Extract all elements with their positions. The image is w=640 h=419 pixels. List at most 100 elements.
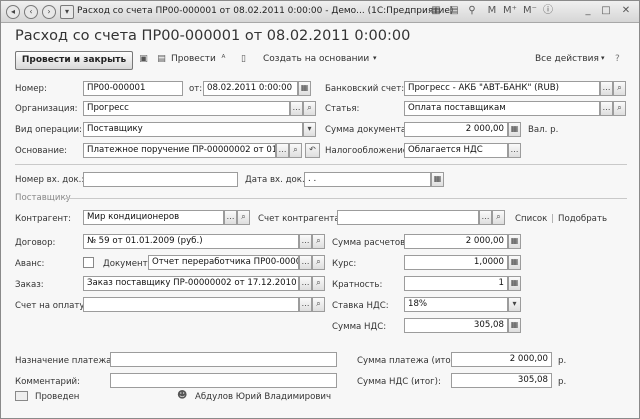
app-menu-icon[interactable]: ◂ <box>6 5 20 19</box>
article-label: Статья: <box>325 104 360 114</box>
calculator-icon[interactable]: ▦ <box>508 255 521 270</box>
posted-icon <box>15 391 28 401</box>
organization-field[interactable]: Прогресс <box>83 101 290 116</box>
document-label: Документ: <box>103 259 151 269</box>
m-icon[interactable]: M <box>485 5 499 18</box>
taxation-field[interactable]: Облагается НДС <box>404 143 508 158</box>
calendar-icon[interactable]: ▤ <box>447 5 461 18</box>
select-icon[interactable]: … <box>299 276 312 291</box>
comment-field[interactable] <box>110 373 337 388</box>
contract-field[interactable]: № 59 от 01.01.2009 (руб.) <box>83 234 299 249</box>
select-icon[interactable]: … <box>224 210 237 225</box>
m-plus-icon[interactable]: M⁺ <box>503 5 517 18</box>
open-icon[interactable]: ⌕ <box>237 210 250 225</box>
open-icon[interactable]: ⌕ <box>312 276 325 291</box>
open-icon[interactable]: ⌕ <box>312 234 325 249</box>
post-icon[interactable]: ▤ <box>155 53 168 66</box>
list-link[interactable]: Список <box>515 214 547 224</box>
open-icon[interactable]: ⌕ <box>613 101 626 116</box>
select-icon[interactable]: … <box>600 101 613 116</box>
doc-sum-field[interactable]: 2 000,00 <box>404 122 508 137</box>
multiplicity-label: Кратность: <box>332 280 383 290</box>
vat-sum-label: Сумма НДС: <box>332 322 387 332</box>
open-icon[interactable]: ⌕ <box>613 81 626 96</box>
chevron-down-icon: ▾ <box>601 54 605 62</box>
calculator-icon[interactable]: ▦ <box>508 318 521 333</box>
order-field[interactable]: Заказ поставщику ПР-00000002 от 17.12.20… <box>83 276 299 291</box>
select-icon[interactable]: … <box>479 210 492 225</box>
contractor-field[interactable]: Мир кондиционеров <box>83 210 224 225</box>
select-icon[interactable]: … <box>508 143 521 158</box>
date-label: от: <box>189 84 203 94</box>
dt-kt-icon[interactable]: ᴬ <box>217 53 230 66</box>
divider <box>63 198 627 199</box>
chevron-down-icon[interactable]: ▾ <box>508 297 521 312</box>
post-and-close-button[interactable]: Провести и закрыть <box>15 51 133 70</box>
number-label: Номер: <box>15 84 47 94</box>
vat-total-label: Сумма НДС (итог): <box>357 377 441 387</box>
doc-sum-label: Сумма документа: <box>325 125 410 135</box>
pick-link[interactable]: Подобрать <box>558 214 607 224</box>
date-field[interactable]: 08.02.2011 0:00:00 <box>203 81 298 96</box>
open-icon[interactable]: ⌕ <box>312 255 325 270</box>
calendar-icon[interactable]: ▦ <box>431 172 444 187</box>
select-icon[interactable]: … <box>600 81 613 96</box>
create-based-button[interactable]: Создать на основании <box>263 54 369 64</box>
calculator-icon[interactable]: ▦ <box>508 276 521 291</box>
open-icon[interactable]: ⌕ <box>303 101 316 116</box>
open-icon[interactable]: ⌕ <box>289 143 302 158</box>
multiplicity-field[interactable]: 1 <box>404 276 508 291</box>
help-icon[interactable]: ? <box>615 54 620 64</box>
open-icon[interactable]: ⌕ <box>312 297 325 312</box>
minimize-icon[interactable]: _ <box>581 5 595 18</box>
invoice-field[interactable] <box>83 297 299 312</box>
calculator-icon[interactable]: ▦ <box>508 234 521 249</box>
payment-total-field: 2 000,00 <box>451 352 552 367</box>
close-icon[interactable]: ✕ <box>619 5 633 18</box>
select-icon[interactable]: … <box>290 101 303 116</box>
calendar-icon[interactable]: ▦ <box>298 81 311 96</box>
chevron-down-icon: ▾ <box>373 54 377 62</box>
number-field[interactable]: ПР00-000001 <box>83 81 183 96</box>
forward-icon[interactable]: › <box>42 5 56 19</box>
currency-label: Вал. р. <box>528 125 559 135</box>
operation-type-field[interactable]: Поставщику <box>83 122 303 137</box>
calc-icon[interactable]: ▦ <box>429 5 443 18</box>
calculator-icon[interactable]: ▦ <box>508 122 521 137</box>
organization-label: Организация: <box>15 104 78 114</box>
link-icon[interactable]: ⚲ <box>465 5 479 18</box>
print-icon[interactable]: ▯ <box>237 53 250 66</box>
select-icon[interactable]: … <box>299 234 312 249</box>
advance-checkbox[interactable] <box>83 257 94 268</box>
document-field[interactable]: Отчет переработчика ПР00-00000... <box>148 255 299 270</box>
settlement-sum-field[interactable]: 2 000,00 <box>404 234 508 249</box>
payment-total-currency: р. <box>558 356 567 366</box>
rate-field[interactable]: 1,0000 <box>404 255 508 270</box>
select-icon[interactable]: … <box>276 143 289 158</box>
m-minus-icon[interactable]: M⁻ <box>523 5 537 18</box>
info-icon[interactable]: ⓘ <box>541 5 555 18</box>
select-icon[interactable]: … <box>299 255 312 270</box>
all-actions-button[interactable]: Все действия <box>535 54 599 64</box>
back-icon[interactable]: ‹ <box>24 5 38 19</box>
payment-purpose-field[interactable] <box>110 352 337 367</box>
post-button[interactable]: Провести <box>171 54 216 64</box>
maximize-icon[interactable]: □ <box>599 5 613 18</box>
bank-account-field[interactable]: Прогресс - АКБ "АВТ-БАНК" (RUB) <box>404 81 600 96</box>
article-field[interactable]: Оплата поставщикам <box>404 101 600 116</box>
posted-status: Проведен <box>35 392 80 402</box>
chevron-down-icon[interactable]: ▾ <box>303 122 316 137</box>
select-icon[interactable]: … <box>299 297 312 312</box>
contractor-account-field[interactable] <box>337 210 479 225</box>
basis-field[interactable]: Платежное поручение ПР-00000002 от 01...… <box>83 143 276 158</box>
incoming-date-label: Дата вх. док.: <box>245 175 308 185</box>
vat-sum-field[interactable]: 305,08 <box>404 318 508 333</box>
incoming-number-field[interactable] <box>83 172 238 187</box>
save-icon[interactable]: ▣ <box>137 53 150 66</box>
vat-rate-field[interactable]: 18% <box>404 297 508 312</box>
window-menu-icon[interactable]: ▾ <box>60 5 74 19</box>
basis-label: Основание: <box>15 146 68 156</box>
incoming-date-field[interactable]: . . <box>304 172 431 187</box>
open-icon[interactable]: ⌕ <box>492 210 505 225</box>
fill-icon[interactable]: ↶ <box>305 143 320 158</box>
